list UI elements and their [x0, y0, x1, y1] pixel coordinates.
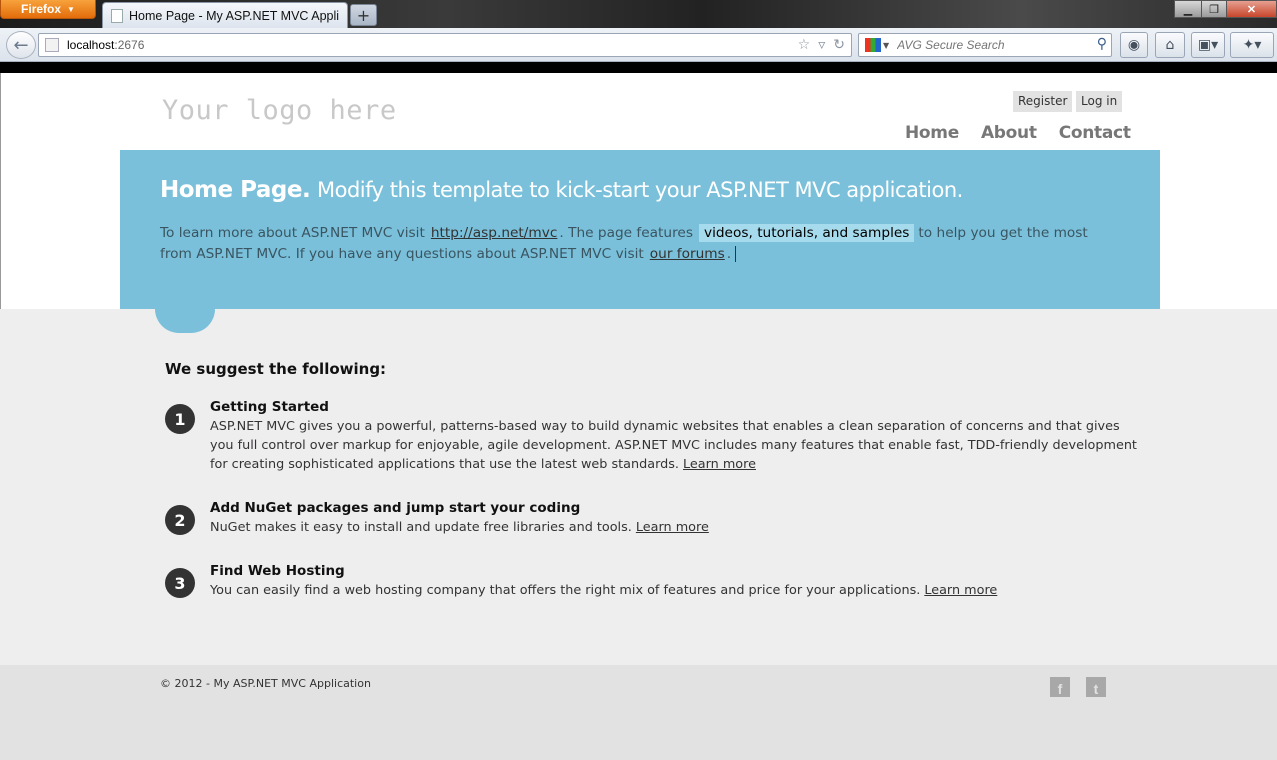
learn-more-link[interactable]: Learn more — [924, 583, 997, 598]
main-content: We suggest the following: 1 Getting Star… — [0, 309, 1277, 665]
banner-tab — [155, 309, 215, 333]
copyright-text: © 2012 - My ASP.NET MVC Application — [160, 677, 371, 690]
step-body: Find Web Hosting You can easily find a w… — [210, 562, 1140, 600]
facebook-icon[interactable]: f — [1050, 677, 1070, 697]
url-host: localhost — [67, 38, 115, 52]
step-number: 2 — [165, 505, 195, 535]
search-bar[interactable]: ▼ ⚲ — [858, 33, 1112, 57]
featured-banner: Home Page. Modify this template to kick-… — [120, 150, 1160, 309]
browser-tab[interactable]: Home Page - My ASP.NET MVC Applica... — [102, 2, 348, 28]
forums-link[interactable]: our forums — [650, 246, 725, 262]
login-link[interactable]: Log in — [1076, 91, 1123, 112]
url-port: :2676 — [114, 38, 145, 52]
step-title: Add NuGet packages and jump start your c… — [210, 500, 581, 516]
featured-title: Home Page. — [160, 177, 311, 203]
menu-item-home[interactable]: Home — [905, 123, 959, 143]
firefox-menu-label: Firefox — [21, 2, 62, 16]
home-icon: ⌂ — [1165, 37, 1175, 53]
browser-navbar: ← localhost:2676 ☆ ▿ ↻ ▼ ⚲ ◉ ⌂ ▣▾ ✦▾ — [0, 28, 1277, 62]
step-text: NuGet makes it easy to install and updat… — [210, 518, 1140, 537]
bookmarks-icon: ▣▾ — [1197, 37, 1219, 53]
menu-item-contact[interactable]: Contact — [1059, 123, 1131, 143]
step-number: 3 — [165, 568, 195, 598]
close-window-button[interactable]: ✕ — [1226, 0, 1277, 18]
text-cursor — [735, 246, 737, 262]
bookmark-star-icon[interactable]: ☆ — [798, 37, 811, 53]
url-actions: ☆ ▿ ↻ — [798, 37, 845, 53]
page-footer: © 2012 - My ASP.NET MVC Application f t — [0, 665, 1277, 760]
search-input[interactable] — [897, 38, 1094, 52]
web-page: Your logo here Register Log in Home Abou… — [0, 73, 1277, 760]
back-arrow-icon: ← — [13, 34, 29, 56]
learn-more-link[interactable]: Learn more — [683, 457, 756, 472]
page-edge — [0, 73, 1, 309]
avg-engine-icon[interactable] — [865, 38, 881, 52]
restore-icon: ❐ — [1209, 3, 1219, 16]
main-menu: Home About Contact — [905, 123, 1131, 143]
step-description: ASP.NET MVC gives you a powerful, patter… — [210, 419, 1137, 472]
page-icon — [111, 8, 123, 23]
featured-text-2: . The page features — [559, 225, 693, 241]
eye-icon: ◉ — [1127, 37, 1141, 53]
featured-highlight: videos, tutorials, and samples — [698, 224, 915, 242]
menu-item-about[interactable]: About — [981, 123, 1037, 143]
step-description: You can easily find a web hosting compan… — [210, 583, 921, 598]
new-tab-button[interactable]: + — [350, 4, 377, 26]
firefox-menu-button[interactable]: Firefox ▼ — [0, 0, 96, 19]
suggest-title: We suggest the following: — [165, 360, 387, 378]
maximize-button[interactable]: ❐ — [1201, 0, 1227, 18]
featured-subtitle: Modify this template to kick-start your … — [317, 178, 963, 202]
tab-title: Home Page - My ASP.NET MVC Applica... — [129, 8, 339, 23]
featured-text-4: . — [726, 246, 732, 262]
home-button[interactable]: ⌂ — [1155, 32, 1185, 58]
close-icon: ✕ — [1246, 3, 1257, 16]
site-identity-icon[interactable] — [45, 38, 59, 52]
bookmarks-button[interactable]: ▣▾ — [1191, 32, 1225, 58]
minimize-icon: ▁ — [1183, 3, 1193, 16]
step-text: You can easily find a web hosting compan… — [210, 581, 1140, 600]
site-logo[interactable]: Your logo here — [162, 95, 397, 126]
step-text: ASP.NET MVC gives you a powerful, patter… — [210, 417, 1140, 474]
magnifier-icon[interactable]: ⚲ — [1097, 36, 1107, 52]
back-button[interactable]: ← — [6, 31, 36, 59]
addon-button[interactable]: ✦▾ — [1230, 32, 1274, 58]
eye-button[interactable]: ◉ — [1120, 32, 1148, 58]
learn-more-link[interactable]: Learn more — [636, 520, 709, 535]
page-title: Home Page. Modify this template to kick-… — [160, 177, 963, 203]
featured-text: To learn more about ASP.NET MVC visit htt… — [160, 223, 1100, 265]
url-text: localhost:2676 — [67, 38, 144, 52]
window-titlebar: Firefox ▼ Home Page - My ASP.NET MVC App… — [0, 0, 1277, 28]
step-body: Add NuGet packages and jump start your c… — [210, 499, 1140, 537]
reload-icon[interactable]: ↻ — [833, 37, 845, 53]
chevron-down-icon[interactable]: ▼ — [883, 41, 889, 50]
addon-icon: ✦▾ — [1242, 37, 1262, 53]
step-description: NuGet makes it easy to install and updat… — [210, 520, 632, 535]
step-title: Find Web Hosting — [210, 563, 345, 579]
minimize-button[interactable]: ▁ — [1174, 0, 1202, 18]
step-title: Getting Started — [210, 399, 329, 415]
step-body: Getting Started ASP.NET MVC gives you a … — [210, 398, 1140, 474]
history-dropdown-icon[interactable]: ▿ — [818, 37, 825, 53]
twitter-icon[interactable]: t — [1086, 677, 1106, 697]
aspnet-mvc-link[interactable]: http://asp.net/mvc — [431, 225, 558, 241]
chevron-down-icon: ▼ — [67, 4, 75, 14]
featured-text-1: To learn more about ASP.NET MVC visit — [160, 225, 425, 241]
page-top-bar — [0, 62, 1277, 73]
address-bar[interactable]: localhost:2676 ☆ ▿ ↻ — [38, 33, 852, 57]
register-link[interactable]: Register — [1013, 91, 1073, 112]
step-number: 1 — [165, 404, 195, 434]
